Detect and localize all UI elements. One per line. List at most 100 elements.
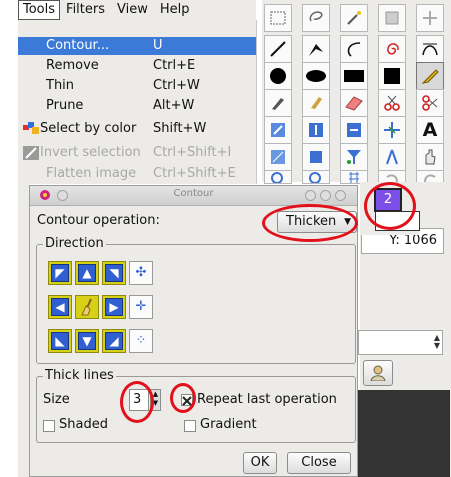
filled-ellipse-icon[interactable] bbox=[302, 62, 330, 90]
invert-selection-icon bbox=[23, 146, 39, 160]
flip-icon[interactable] bbox=[264, 116, 292, 144]
direction-se-button[interactable]: ◢ bbox=[102, 329, 126, 353]
menu-item-thin[interactable]: Thin Ctrl+W bbox=[18, 77, 256, 95]
menu-item-label: Flatten image bbox=[46, 166, 137, 181]
user-icon bbox=[370, 365, 386, 381]
clear-brush-button[interactable] bbox=[75, 295, 99, 319]
text-tool-icon[interactable]: A bbox=[416, 116, 444, 144]
gradient-checkbox[interactable] bbox=[184, 420, 196, 432]
menu-item-contour[interactable]: Contour... U bbox=[18, 37, 256, 55]
minimize-icon[interactable] bbox=[320, 190, 331, 201]
pencil-icon[interactable] bbox=[416, 62, 444, 90]
magic-wand-icon[interactable] bbox=[340, 4, 368, 32]
direction-e-button[interactable]: ▶ bbox=[102, 295, 126, 319]
direction-all-diagonal-button[interactable]: ✣ bbox=[129, 261, 153, 285]
menu-item-label: Contour... bbox=[46, 38, 110, 53]
size-input[interactable]: 3 bbox=[129, 389, 149, 411]
fill-select-icon[interactable] bbox=[378, 4, 406, 32]
expand-icon: ✣ bbox=[135, 265, 147, 280]
direction-nw-button[interactable]: ◤ bbox=[48, 261, 72, 285]
lasso-icon[interactable] bbox=[302, 4, 330, 32]
compass-icon[interactable] bbox=[378, 143, 406, 171]
operation-select[interactable]: Thicken ▼ bbox=[277, 211, 357, 233]
help-icon[interactable] bbox=[305, 190, 316, 201]
arrow-down-icon: ▼ bbox=[78, 332, 96, 350]
color-area: 2 bbox=[361, 185, 420, 235]
menu-item-accel: U bbox=[153, 38, 163, 53]
bezier-tool-icon[interactable] bbox=[416, 35, 444, 63]
direction-all-straight-button[interactable]: ✛ bbox=[129, 295, 153, 319]
checkmark-icon bbox=[182, 396, 192, 406]
direction-s-button[interactable]: ▼ bbox=[75, 329, 99, 353]
polyline-tool-icon[interactable] bbox=[302, 35, 330, 63]
color-badge[interactable]: 2 bbox=[374, 188, 402, 212]
funnel-icon[interactable] bbox=[340, 143, 368, 171]
arc-tool-icon[interactable] bbox=[340, 35, 368, 63]
eraser-icon[interactable] bbox=[340, 89, 368, 117]
filled-square-icon[interactable] bbox=[378, 62, 406, 90]
crosshair-icon[interactable] bbox=[378, 116, 406, 144]
menu-item-flatten-image[interactable]: Flatten image Ctrl+Shift+E bbox=[18, 165, 256, 183]
menu-tools[interactable]: Tools bbox=[18, 0, 61, 20]
scissors-icon[interactable] bbox=[378, 89, 406, 117]
menu-item-select-by-color[interactable]: Select by color Shift+W bbox=[18, 120, 256, 138]
menu-item-prune[interactable]: Prune Alt+W bbox=[18, 97, 256, 115]
size-label: Size bbox=[43, 392, 70, 407]
direction-sw-button[interactable]: ◣ bbox=[48, 329, 72, 353]
spin-arrows-icon[interactable]: ▲ ▼ bbox=[434, 334, 440, 350]
zoom-in-icon[interactable] bbox=[264, 170, 292, 184]
menu-item-label: Invert selection bbox=[40, 145, 141, 160]
rotate-icon[interactable] bbox=[302, 116, 330, 144]
layer-icon[interactable] bbox=[302, 143, 330, 171]
menu-view[interactable]: View bbox=[111, 1, 154, 19]
dialog-titlebar[interactable]: Contour bbox=[30, 186, 357, 206]
mirror-icon[interactable] bbox=[340, 116, 368, 144]
menu-item-invert-selection[interactable]: Invert selection Ctrl+Shift+I bbox=[18, 144, 256, 162]
menu-filters[interactable]: Filters bbox=[60, 1, 111, 19]
menu-help[interactable]: Help bbox=[154, 1, 196, 19]
secondary-color-swatch[interactable] bbox=[375, 211, 420, 231]
menu-item-accel: Shift+W bbox=[153, 121, 207, 136]
zoom-out-icon[interactable] bbox=[302, 170, 330, 184]
direction-w-button[interactable]: ◀ bbox=[48, 295, 72, 319]
arrow-down-left-icon: ◣ bbox=[51, 332, 69, 350]
close-button[interactable]: Close bbox=[287, 452, 351, 474]
size-stepper-icon[interactable]: ▲ ▼ bbox=[150, 389, 161, 411]
move-icon[interactable] bbox=[416, 4, 444, 32]
user-button[interactable] bbox=[363, 360, 393, 386]
pointer-hand-icon[interactable] bbox=[416, 143, 444, 171]
brush-icon[interactable] bbox=[264, 89, 292, 117]
menu-item-accel: Alt+W bbox=[153, 98, 195, 113]
line-tool-icon[interactable] bbox=[264, 35, 292, 63]
filled-rectangle-icon[interactable] bbox=[340, 62, 368, 90]
ok-button[interactable]: OK bbox=[243, 452, 277, 474]
select-by-color-icon bbox=[23, 122, 39, 136]
side-spinbox[interactable]: ▲ ▼ bbox=[358, 330, 443, 355]
smudge-icon[interactable] bbox=[302, 89, 330, 117]
menu-item-label: Remove bbox=[46, 58, 99, 73]
menu-item-accel: Ctrl+Shift+I bbox=[153, 145, 232, 160]
operation-value: Thicken bbox=[286, 214, 337, 229]
menu-item-remove[interactable]: Remove Ctrl+E bbox=[18, 57, 256, 75]
repeat-checkbox[interactable] bbox=[181, 394, 193, 406]
direction-ne-button[interactable]: ◥ bbox=[102, 261, 126, 285]
broom-icon bbox=[81, 298, 92, 316]
rect-select-icon[interactable] bbox=[264, 4, 292, 32]
operation-label: Contour operation: bbox=[37, 213, 160, 228]
menu-item-label: Select by color bbox=[40, 121, 137, 136]
filled-circle-icon[interactable] bbox=[264, 62, 292, 90]
maximize-icon[interactable] bbox=[335, 190, 346, 201]
spiral-tool-icon[interactable] bbox=[378, 35, 406, 63]
pan-icon[interactable] bbox=[264, 143, 292, 171]
direction-n-button[interactable]: ▲ bbox=[75, 261, 99, 285]
menu-item-accel: Ctrl+Shift+E bbox=[153, 166, 236, 181]
shaded-checkbox[interactable] bbox=[43, 420, 55, 432]
chevron-down-icon: ▼ bbox=[344, 217, 351, 227]
direction-corners-button[interactable]: ⁘ bbox=[129, 329, 153, 353]
arrow-right-icon: ▶ bbox=[105, 298, 123, 316]
menu-item-label: Thin bbox=[46, 78, 75, 93]
tools-menu: Contour... U Remove Ctrl+E Thin Ctrl+W P… bbox=[18, 20, 257, 184]
cut-icon[interactable] bbox=[416, 89, 444, 117]
menu-item-accel: Ctrl+E bbox=[153, 58, 196, 73]
shaded-label: Shaded bbox=[59, 417, 108, 432]
